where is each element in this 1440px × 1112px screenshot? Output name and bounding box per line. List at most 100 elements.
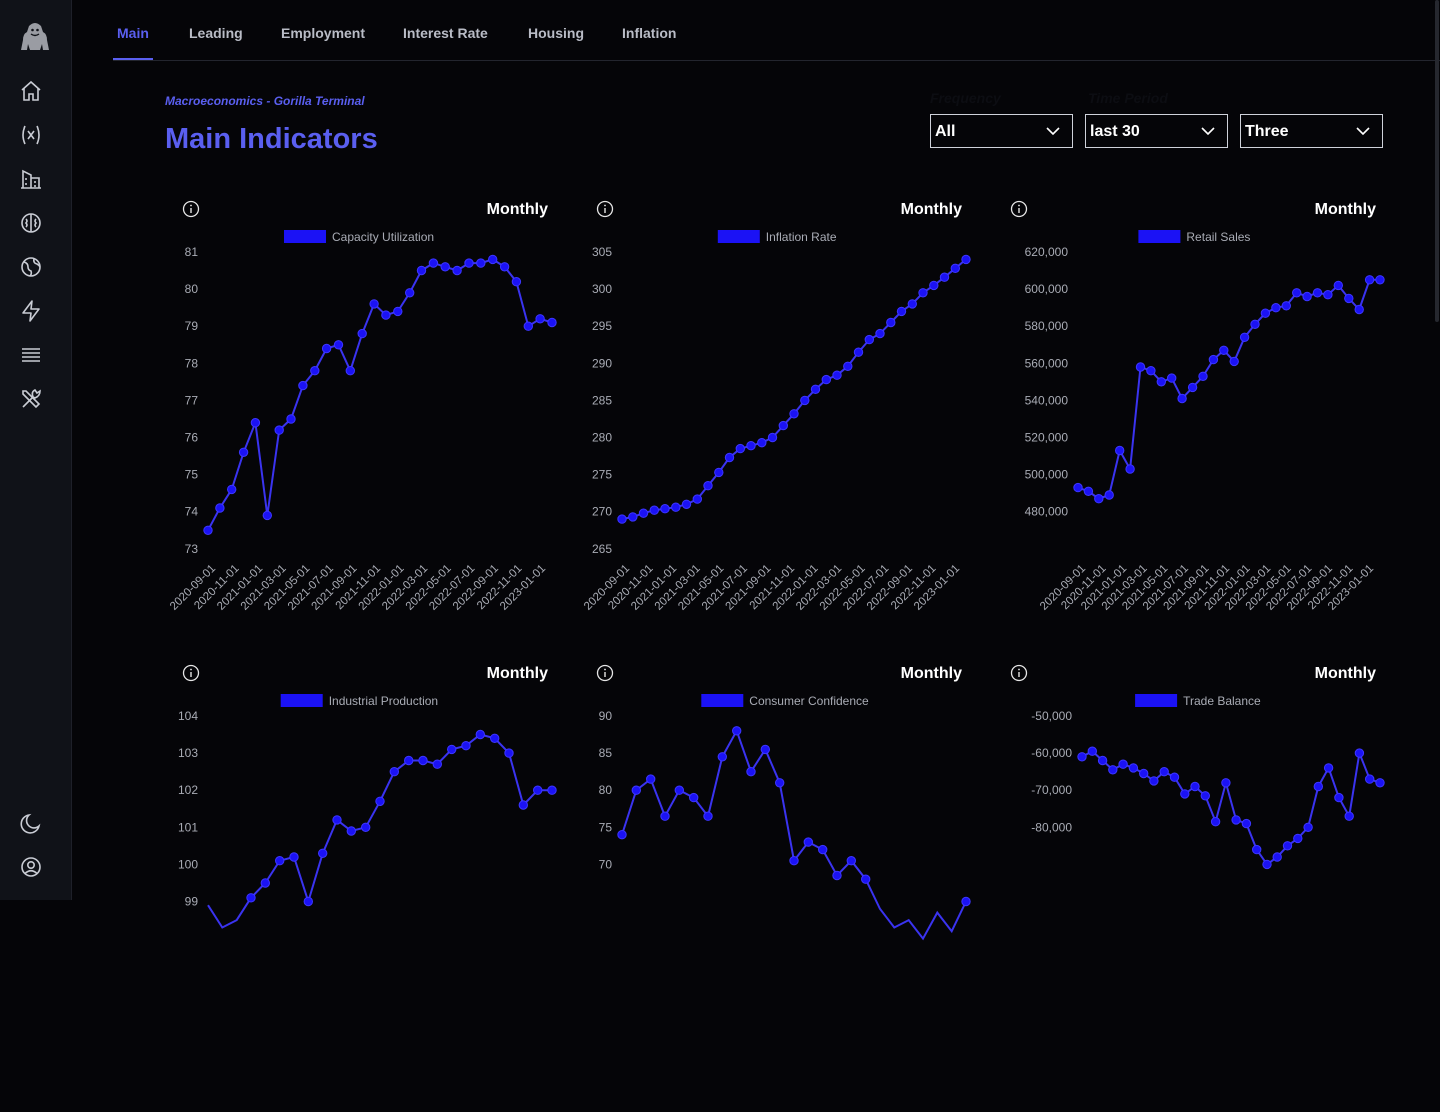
data-point[interactable] xyxy=(1125,464,1135,474)
data-point[interactable] xyxy=(250,418,261,428)
data-point[interactable] xyxy=(767,432,778,443)
data-point[interactable] xyxy=(318,848,328,859)
data-point[interactable] xyxy=(1229,356,1239,367)
buildings-icon[interactable] xyxy=(18,166,44,192)
data-point[interactable] xyxy=(432,759,442,769)
data-point[interactable] xyxy=(275,856,285,866)
data-point[interactable] xyxy=(1177,393,1187,404)
data-point[interactable] xyxy=(518,800,528,810)
data-point[interactable] xyxy=(404,755,414,766)
data-point[interactable] xyxy=(1135,362,1146,372)
data-point[interactable] xyxy=(1149,776,1159,786)
tab-inflation[interactable]: Inflation xyxy=(622,25,676,41)
list-icon[interactable] xyxy=(18,342,44,368)
frequency-select[interactable]: All xyxy=(930,114,1073,148)
data-point[interactable] xyxy=(310,366,320,376)
data-point[interactable] xyxy=(1104,490,1114,500)
data-point[interactable] xyxy=(1375,275,1385,285)
data-point[interactable] xyxy=(461,741,471,751)
data-point[interactable] xyxy=(1344,811,1354,821)
data-point[interactable] xyxy=(1073,482,1083,493)
data-point[interactable] xyxy=(440,262,450,272)
data-point[interactable] xyxy=(660,504,670,514)
data-point[interactable] xyxy=(1250,319,1260,330)
data-point[interactable] xyxy=(1281,301,1291,311)
data-point[interactable] xyxy=(689,792,699,803)
data-point[interactable] xyxy=(1210,817,1221,827)
data-point[interactable] xyxy=(1303,822,1313,833)
data-point[interactable] xyxy=(628,512,638,522)
data-point[interactable] xyxy=(1198,371,1208,382)
data-point[interactable] xyxy=(1187,382,1198,393)
data-point[interactable] xyxy=(732,726,742,736)
data-point[interactable] xyxy=(1219,345,1229,356)
data-point[interactable] xyxy=(1260,308,1271,318)
data-point[interactable] xyxy=(321,343,332,354)
data-point[interactable] xyxy=(864,334,874,345)
data-point[interactable] xyxy=(789,856,799,866)
data-point[interactable] xyxy=(660,811,670,821)
data-point[interactable] xyxy=(760,744,771,755)
data-point[interactable] xyxy=(803,837,814,847)
data-point[interactable] xyxy=(821,374,832,385)
data-point[interactable] xyxy=(488,254,498,265)
data-point[interactable] xyxy=(674,785,685,795)
data-point[interactable] xyxy=(1252,844,1262,855)
data-point[interactable] xyxy=(832,870,842,881)
data-point[interactable] xyxy=(1208,354,1219,365)
data-point[interactable] xyxy=(757,438,767,448)
data-point[interactable] xyxy=(746,441,756,451)
data-point[interactable] xyxy=(681,499,692,509)
legend-swatch[interactable] xyxy=(284,230,326,243)
data-point[interactable] xyxy=(671,502,681,512)
scrollbar[interactable] xyxy=(1435,0,1439,322)
chart-count-select[interactable]: Three xyxy=(1240,114,1383,148)
data-point[interactable] xyxy=(246,893,256,903)
data-point[interactable] xyxy=(1139,768,1149,779)
data-point[interactable] xyxy=(1323,763,1334,773)
data-point[interactable] xyxy=(393,306,403,317)
data-point[interactable] xyxy=(1312,288,1323,298)
data-point[interactable] xyxy=(1302,291,1312,302)
data-point[interactable] xyxy=(617,830,627,840)
data-point[interactable] xyxy=(886,317,896,328)
data-point[interactable] xyxy=(535,314,545,324)
data-point[interactable] xyxy=(475,729,485,740)
data-point[interactable] xyxy=(1083,486,1094,496)
data-point[interactable] xyxy=(464,258,474,268)
data-point[interactable] xyxy=(1241,818,1252,829)
data-point[interactable] xyxy=(346,826,357,836)
user-icon[interactable] xyxy=(18,854,44,880)
data-point[interactable] xyxy=(215,503,225,513)
data-point[interactable] xyxy=(547,785,557,795)
data-point[interactable] xyxy=(1077,752,1087,762)
data-point[interactable] xyxy=(735,443,746,454)
data-point[interactable] xyxy=(1200,791,1211,801)
data-point[interactable] xyxy=(1190,781,1200,792)
data-point[interactable] xyxy=(778,420,789,431)
legend-swatch[interactable] xyxy=(280,694,323,707)
data-point[interactable] xyxy=(800,395,810,406)
data-point[interactable] xyxy=(1272,852,1282,862)
data-point[interactable] xyxy=(1375,778,1385,788)
data-point[interactable] xyxy=(1231,815,1241,825)
tab-main[interactable]: Main xyxy=(117,25,149,41)
data-point[interactable] xyxy=(631,785,641,795)
lightning-icon[interactable] xyxy=(18,298,44,324)
data-point[interactable] xyxy=(375,796,385,807)
data-point[interactable] xyxy=(547,317,557,328)
data-point[interactable] xyxy=(504,748,514,758)
data-point[interactable] xyxy=(1334,792,1344,803)
legend-swatch[interactable] xyxy=(1138,230,1181,243)
data-point[interactable] xyxy=(961,254,971,265)
data-point[interactable] xyxy=(617,514,627,524)
tab-housing[interactable]: Housing xyxy=(528,25,584,41)
data-point[interactable] xyxy=(843,361,853,372)
legend-swatch[interactable] xyxy=(701,694,744,707)
data-point[interactable] xyxy=(1094,494,1104,504)
data-point[interactable] xyxy=(1292,288,1302,298)
data-point[interactable] xyxy=(1115,445,1125,456)
data-point[interactable] xyxy=(929,280,939,291)
data-point[interactable] xyxy=(896,306,907,317)
data-point[interactable] xyxy=(907,299,917,309)
